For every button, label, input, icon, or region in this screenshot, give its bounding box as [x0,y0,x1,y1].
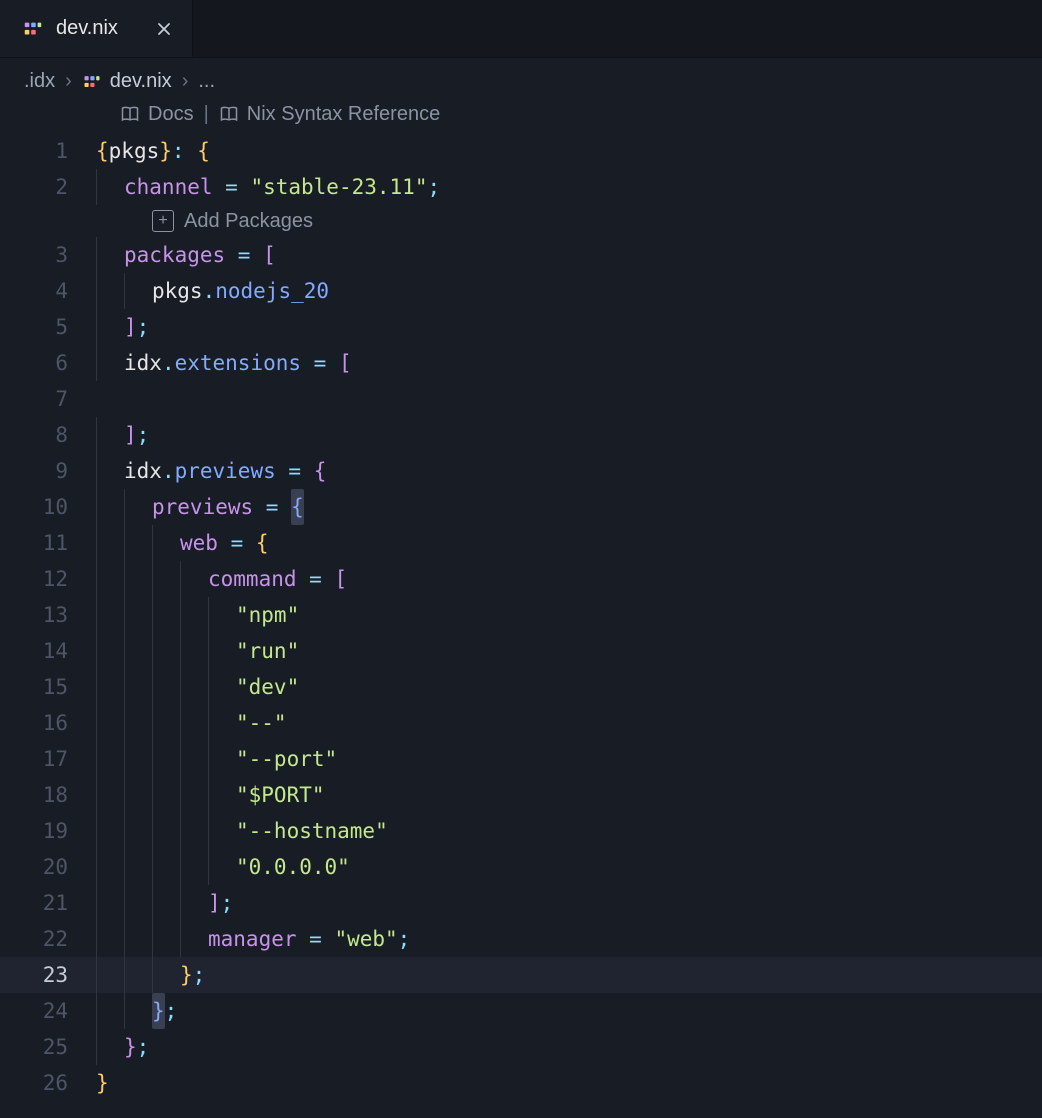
code-line[interactable]: 6 idx.extensions = [ [0,345,1042,381]
tab-dev-nix[interactable]: dev.nix [0,0,193,57]
line-number: 11 [0,525,96,561]
code-line[interactable]: 11 web = { [0,525,1042,561]
line-number: 22 [0,921,96,957]
code-line[interactable]: 9 idx.previews = { [0,453,1042,489]
line-number: 8 [0,417,96,453]
line-number: 1 [0,133,96,169]
breadcrumb: .idx › dev.nix › ... [0,58,1042,99]
line-number: 15 [0,669,96,705]
code-line[interactable]: 15 "dev" [0,669,1042,705]
tab-bar: dev.nix [0,0,1042,58]
code-line[interactable]: 19 "--hostname" [0,813,1042,849]
codelens-docs[interactable]: Docs [120,103,194,126]
book-icon [120,104,140,124]
add-packages-label: Add Packages [184,210,313,233]
line-number: 25 [0,1029,96,1065]
line-number: 7 [0,381,96,417]
code-line[interactable]: 17 "--port" [0,741,1042,777]
code-line[interactable]: 25 }; [0,1029,1042,1065]
code-line[interactable]: 21 ]; [0,885,1042,921]
codelens-divider: | [204,103,209,126]
code-line[interactable]: 14 "run" [0,633,1042,669]
codelens-syntax-reference[interactable]: Nix Syntax Reference [219,103,440,126]
code-line[interactable]: 7 [0,381,1042,417]
line-number: 16 [0,705,96,741]
line-number: 9 [0,453,96,489]
tab-bar-empty [193,0,1042,57]
idx-file-icon [82,72,102,92]
code-line[interactable]: 4 pkgs.nodejs_20 [0,273,1042,309]
code-line[interactable]: 8 ]; [0,417,1042,453]
line-number: 24 [0,993,96,1029]
line-number: 13 [0,597,96,633]
close-icon[interactable] [154,19,174,39]
code-line[interactable]: 1 {pkgs}: { [0,133,1042,169]
breadcrumb-more[interactable]: ... [198,70,215,93]
line-number: 2 [0,169,96,205]
line-number: 6 [0,345,96,381]
code-line[interactable]: 3 packages = [ [0,237,1042,273]
line-number: 3 [0,237,96,273]
line-number: 10 [0,489,96,525]
line-number: 4 [0,273,96,309]
code-line[interactable]: 22 manager = "web"; [0,921,1042,957]
line-number: 23 [0,957,96,993]
line-number: 19 [0,813,96,849]
code-line[interactable]: 20 "0.0.0.0" [0,849,1042,885]
code-editor[interactable]: 1 {pkgs}: { 2 channel = "stable-23.11"; … [0,129,1042,1101]
code-line[interactable]: 16 "--" [0,705,1042,741]
code-line[interactable]: 10 previews = { [0,489,1042,525]
code-line[interactable]: 12 command = [ [0,561,1042,597]
breadcrumb-file[interactable]: dev.nix [82,70,172,93]
code-line[interactable]: 5 ]; [0,309,1042,345]
line-number: 26 [0,1065,96,1101]
line-number: 12 [0,561,96,597]
idx-file-icon [22,18,44,40]
line-number: 14 [0,633,96,669]
breadcrumb-root[interactable]: .idx [24,70,55,93]
book-icon [219,104,239,124]
line-number: 21 [0,885,96,921]
code-line-current[interactable]: 23 }; [0,957,1042,993]
add-packages-hint[interactable]: + Add Packages [0,205,1042,237]
line-number: 20 [0,849,96,885]
line-number: 17 [0,741,96,777]
line-number: 5 [0,309,96,345]
codelens-bar: Docs | Nix Syntax Reference [0,99,1042,129]
code-line[interactable]: 13 "npm" [0,597,1042,633]
code-line[interactable]: 26 } [0,1065,1042,1101]
plus-icon: + [152,210,174,232]
tab-label: dev.nix [56,17,118,40]
chevron-right-icon: › [65,70,72,93]
code-line[interactable]: 2 channel = "stable-23.11"; [0,169,1042,205]
code-line[interactable]: 18 "$PORT" [0,777,1042,813]
line-number: 18 [0,777,96,813]
chevron-right-icon: › [182,70,189,93]
code-line[interactable]: 24 }; [0,993,1042,1029]
